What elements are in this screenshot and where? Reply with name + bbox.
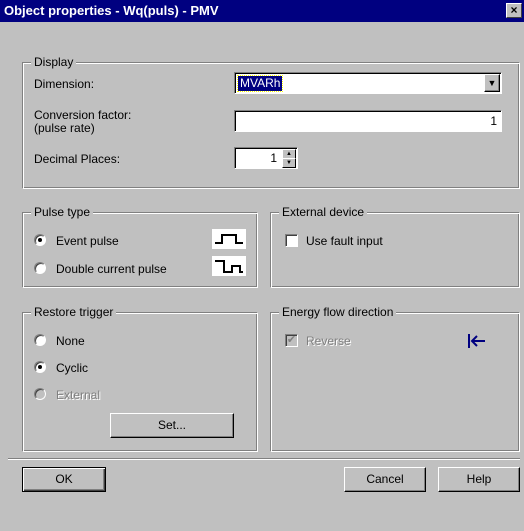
dimension-label: Dimension: [34,77,95,91]
restore-cyclic-label[interactable]: Cyclic [56,361,88,375]
double-current-pulse-radio[interactable] [34,262,46,274]
pulse-type-legend: Pulse type [31,205,94,219]
use-fault-input-label[interactable]: Use fault input [306,234,383,248]
decimal-places-input[interactable]: 1 ▲ ▼ [234,147,298,169]
restore-cyclic-radio[interactable] [34,361,46,373]
ok-button[interactable]: OK [22,467,106,492]
cancel-button[interactable]: Cancel [344,467,426,492]
reverse-label: Reverse [306,334,351,348]
arrow-left-bar-icon [466,332,486,350]
external-device-legend: External device [279,205,368,219]
title-bar: Object properties - Wq(puls) - PMV × [0,0,524,22]
close-icon: × [510,3,518,17]
energy-flow-legend: Energy flow direction [279,305,397,319]
restore-none-radio[interactable] [34,334,46,346]
conversion-factor-input[interactable]: 1 [234,110,502,132]
event-pulse-label[interactable]: Event pulse [56,234,119,248]
help-button-label: Help [466,472,492,486]
close-button[interactable]: × [506,3,522,18]
event-pulse-radio[interactable] [34,234,46,246]
separator [8,458,520,460]
set-button-label: Set... [157,418,186,432]
double-current-pulse-label[interactable]: Double current pulse [56,262,167,276]
reverse-checkbox[interactable]: ✔ [285,334,298,347]
dimension-select[interactable]: MVARh ▼ [234,72,502,94]
use-fault-input-checkbox[interactable] [285,234,298,247]
ok-button-label: OK [55,472,73,486]
decimal-places-label: Decimal Places: [34,152,121,166]
restore-external-radio[interactable] [34,388,46,400]
double-current-pulse-waveform-icon [212,256,246,276]
restore-none-label[interactable]: None [56,334,85,348]
chevron-down-icon[interactable]: ▼ [484,74,500,92]
spin-down-icon[interactable]: ▼ [282,158,296,168]
window-title: Object properties - Wq(puls) - PMV [4,3,219,18]
set-button[interactable]: Set... [110,413,234,438]
external-device-group: External device [270,205,520,288]
cancel-button-label: Cancel [366,472,404,486]
display-legend: Display [31,55,77,69]
conversion-factor-value: 1 [490,114,497,128]
restore-external-label: External [56,388,101,402]
pulse-type-group: Pulse type [22,205,258,288]
restore-trigger-legend: Restore trigger [31,305,117,319]
decimal-places-value: 1 [270,151,277,165]
event-pulse-waveform-icon [212,229,246,249]
pulse-rate-label: (pulse rate) [34,121,95,135]
dimension-value: MVARh [236,75,284,92]
help-button[interactable]: Help [438,467,520,492]
conversion-factor-label: Conversion factor: [34,108,132,122]
